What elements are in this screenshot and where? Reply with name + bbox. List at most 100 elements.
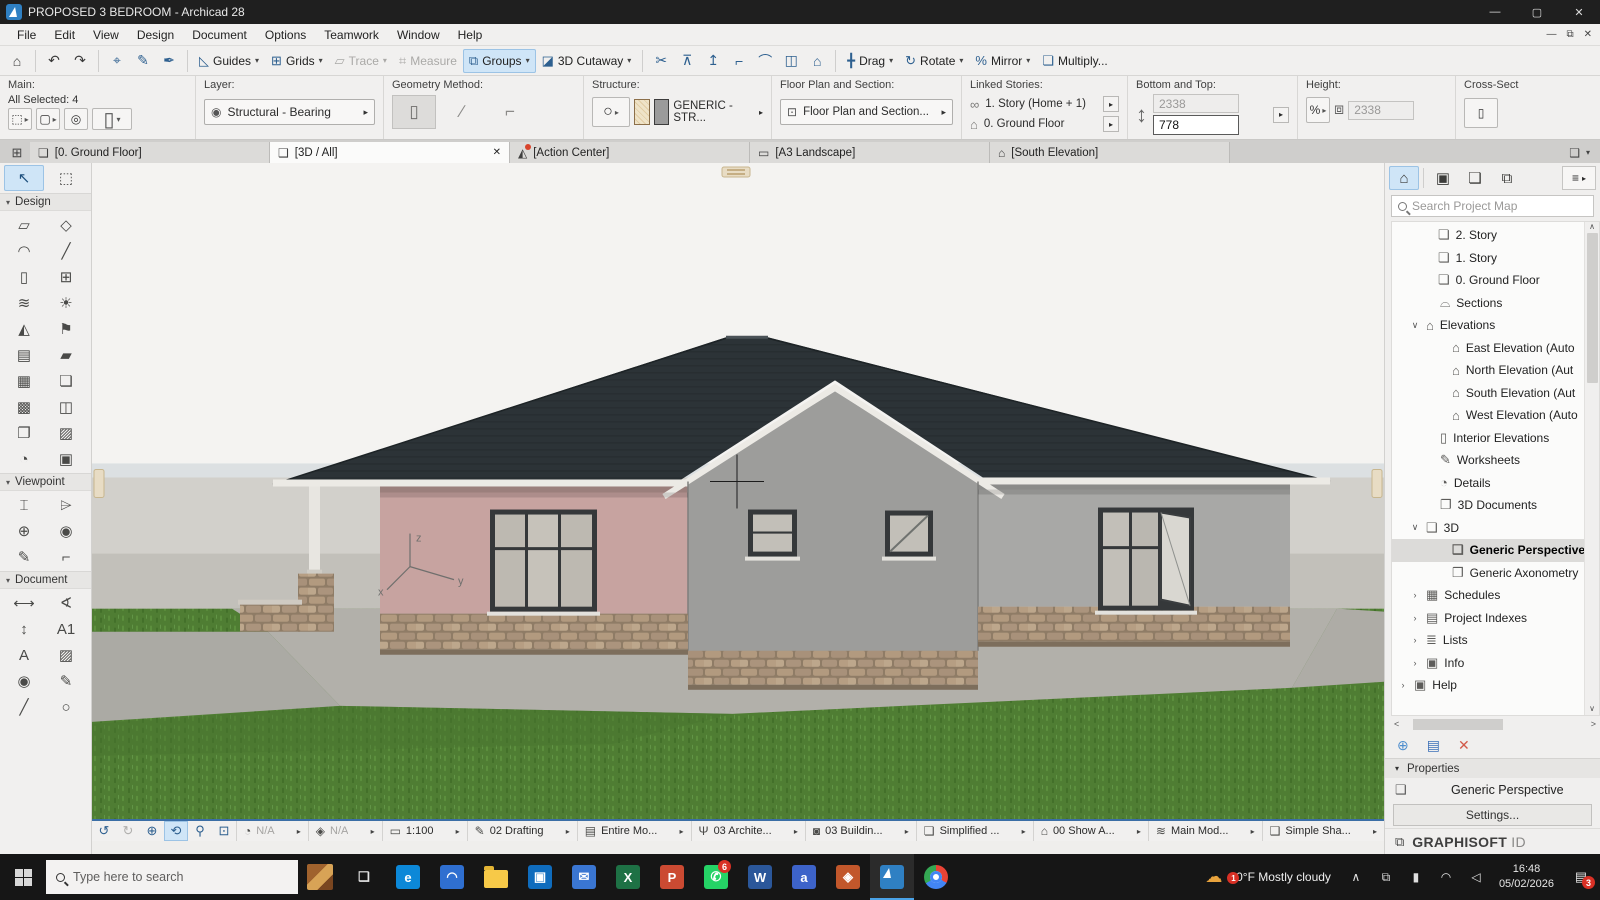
layer-combo[interactable]: ◉ Structural - Bearing ▸ [204, 99, 375, 125]
tree-expander[interactable]: › [1410, 590, 1420, 600]
toolbox-section-design[interactable]: ▾Design [0, 193, 91, 211]
tree-item-generic-perspective[interactable]: ❑Generic Perspective [1392, 539, 1584, 562]
delete-viewpoint-button[interactable]: ✕ [1458, 737, 1470, 754]
fillet-button[interactable]: ⌒ [752, 49, 778, 73]
drag-button[interactable]: ╋ Drag ▾ [841, 49, 899, 73]
trace-button[interactable]: ▱ Trace ▾ [329, 49, 393, 73]
quickoption-layer-combination[interactable]: ▤Entire Mo...▸ [577, 821, 691, 841]
top-offset-field[interactable]: 2338 [1153, 94, 1239, 113]
tree-item-south-elevation-aut[interactable]: ⌂South Elevation (Aut [1392, 382, 1584, 405]
tab-action-center[interactable]: ◭[Action Center] [510, 142, 750, 163]
network-icon[interactable]: ◠ [1431, 870, 1461, 884]
undo-button[interactable]: ↶ [41, 49, 67, 73]
taskbar-app-browser-blue[interactable]: ◠ [430, 854, 474, 900]
geometry-method-complex[interactable]: ⌐ [488, 95, 532, 129]
view-grip-left[interactable] [94, 469, 104, 497]
taskbar-app-word[interactable]: W [738, 854, 782, 900]
adjust-button[interactable]: ⊼ [674, 49, 700, 73]
cross-section-button[interactable]: ▯ [1464, 98, 1498, 128]
dimension-tool[interactable]: ⟷ [4, 590, 44, 616]
scroll-down-icon[interactable]: ∨ [1589, 704, 1595, 713]
opening-button[interactable]: ◫ [778, 49, 804, 73]
publisher-button[interactable]: ⧉ [1492, 166, 1522, 190]
home-button[interactable]: ⌂ [4, 49, 30, 73]
properties-header[interactable]: ▾ Properties [1385, 758, 1600, 778]
taskbar-app-microsoft-store[interactable]: ▣ [518, 854, 562, 900]
camera-tool[interactable]: ⌐ [46, 544, 86, 570]
quickoption-3d-style[interactable]: ❑Simple Sha...▸ [1262, 821, 1384, 841]
grids-button[interactable]: ⊞ Grids ▾ [265, 49, 329, 73]
taskbar-app-excel[interactable]: X [606, 854, 650, 900]
linked-story-bottom-flyout[interactable]: ▸ [1103, 116, 1119, 132]
quickoption-design-option[interactable]: ≋Main Mod...▸ [1148, 821, 1262, 841]
tab-south-elevation[interactable]: ⌂[South Elevation] [990, 142, 1230, 163]
3d-cutaway-button[interactable]: ◪ 3D Cutaway ▾ [536, 49, 638, 73]
tree-item-info[interactable]: ›▣Info [1392, 652, 1584, 675]
pickup-parameters-button[interactable]: ✎ [130, 49, 156, 73]
mesh-tool[interactable]: ❐ [4, 420, 44, 446]
tree-item-interior-elevations[interactable]: ▯Interior Elevations [1392, 427, 1584, 450]
taskbar-app-file-explorer[interactable] [474, 854, 518, 900]
weather-widget[interactable]: ☁1 80°F Mostly cloudy [1195, 867, 1341, 887]
text-a1-tool[interactable]: A1 [46, 616, 86, 642]
menu-options[interactable]: Options [256, 26, 315, 44]
tree-expander[interactable]: ∨ [1410, 320, 1420, 331]
inject-parameters-button[interactable]: ✒ [156, 49, 182, 73]
section-tool[interactable]: ⌶ [4, 492, 44, 518]
action-center-button[interactable]: ▤3 [1562, 869, 1600, 885]
project-map-button[interactable]: ⌂ [1389, 166, 1419, 190]
view-map-button[interactable]: ▣ [1428, 166, 1458, 190]
doc-close-button[interactable]: ✕ [1584, 29, 1592, 40]
menu-help[interactable]: Help [449, 26, 492, 44]
lamp-tool[interactable]: ▩ [4, 394, 44, 420]
text-tool[interactable]: A [4, 642, 44, 668]
marquee-tool[interactable]: ⬚ [46, 165, 86, 191]
slab-tool[interactable]: ╱ [46, 238, 86, 264]
beam-tool[interactable]: ◠ [4, 238, 44, 264]
multiply-button[interactable]: ❏ Multiply... [1036, 49, 1113, 73]
floorplan-display-combo[interactable]: ⊡ Floor Plan and Section... ▸ [780, 99, 953, 125]
explore-walk-button[interactable]: ⚲ [188, 821, 212, 841]
doc-restore-button[interactable]: ⧉ [1566, 29, 1573, 40]
find-select-button[interactable]: ⌖ [104, 49, 130, 73]
tree-item-1-story[interactable]: ❏1. Story [1392, 247, 1584, 270]
menu-teamwork[interactable]: Teamwork [315, 26, 388, 44]
quickoption-orientation[interactable]: ◔N/A▸ [236, 821, 308, 841]
tree-expander[interactable]: › [1398, 680, 1408, 690]
scroll-thumb[interactable] [1413, 719, 1503, 730]
menu-file[interactable]: File [8, 26, 45, 44]
box-tool[interactable]: ▣ [46, 446, 86, 472]
structure-profile-button[interactable]: ○▸ [592, 97, 630, 127]
tree-item-elevations[interactable]: ∨⌂Elevations [1392, 314, 1584, 337]
start-button[interactable] [0, 854, 46, 900]
marquee-settings-button[interactable]: ▢▸ [36, 108, 60, 130]
taskbar-clock[interactable]: 16:48 05/02/2026 [1491, 862, 1562, 892]
forward-view-button[interactable]: ↻ [116, 821, 140, 841]
railing-tool[interactable]: ☀ [46, 290, 86, 316]
taskbar-app-photos-app[interactable] [298, 854, 342, 900]
taskbar-app-app-orange[interactable]: ◈ [826, 854, 870, 900]
view-grip-top[interactable] [722, 167, 750, 177]
groups-button[interactable]: ⧉ Groups ▾ [463, 49, 536, 73]
door-tool[interactable]: ▤ [4, 342, 44, 368]
tab-a3-landscape[interactable]: ▭[A3 Landscape] [750, 142, 990, 163]
worksheet-tool[interactable]: ◉ [46, 518, 86, 544]
taskbar-app-whatsapp[interactable]: ✆6 [694, 854, 738, 900]
morph-tool[interactable]: ⚑ [46, 316, 86, 342]
taskbar-app-app-blue[interactable]: a [782, 854, 826, 900]
settings-button[interactable]: Settings... [1393, 804, 1592, 826]
tree-item-0-ground-floor[interactable]: ❏0. Ground Floor [1392, 269, 1584, 292]
tree-item-project-indexes[interactable]: ›▤Project Indexes [1392, 607, 1584, 630]
magnet-toggle[interactable]: ◎ [64, 108, 88, 130]
battery-icon[interactable]: ▮ [1401, 870, 1431, 884]
volume-icon[interactable]: ◁ [1461, 870, 1491, 884]
menu-edit[interactable]: Edit [45, 26, 84, 44]
navigator-menu-button[interactable]: ≡ ▸ [1562, 166, 1596, 190]
close-button[interactable]: ✕ [1558, 0, 1600, 24]
spline-tool[interactable]: ✎ [46, 668, 86, 694]
tree-horizontal-scrollbar[interactable]: < > [1391, 716, 1600, 732]
tree-item-3d-documents[interactable]: ❐3D Documents [1392, 494, 1584, 517]
taskbar-search[interactable]: Type here to search [46, 860, 298, 894]
pie-tool[interactable]: ◔ [4, 446, 44, 472]
tab-close-icon[interactable]: ✕ [493, 147, 501, 158]
